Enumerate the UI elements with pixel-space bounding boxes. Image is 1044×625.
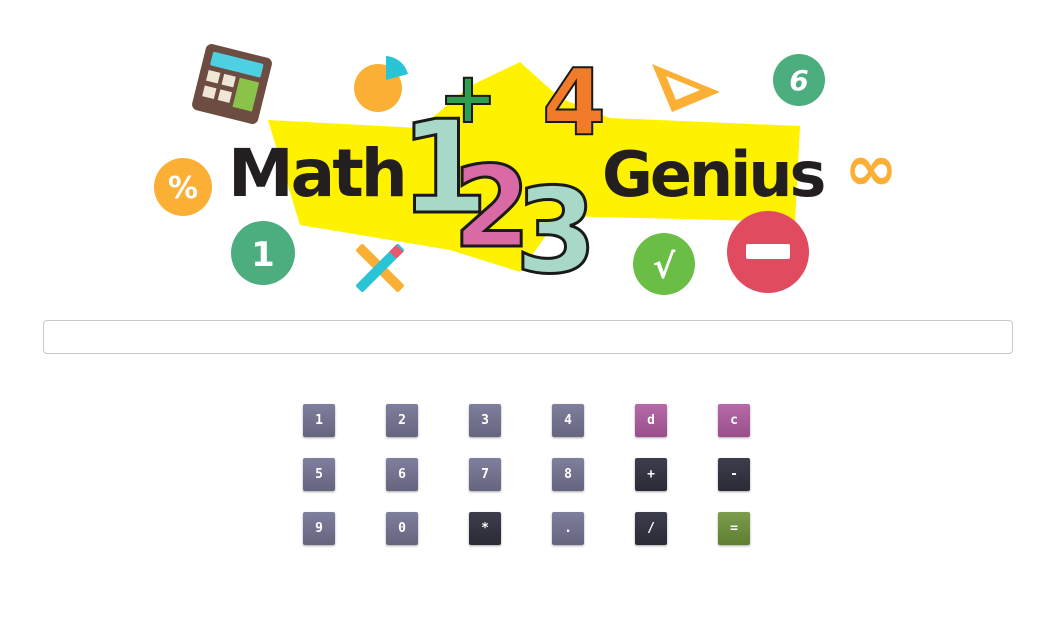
infinity-icon: ∞	[844, 132, 897, 206]
key-digit-4-button[interactable]: 4	[552, 404, 584, 437]
key-digit-6-button[interactable]: 6	[386, 458, 418, 491]
key-digit-1-button[interactable]: 1	[303, 404, 335, 437]
svg-text:%: %	[168, 171, 198, 206]
svg-text:6: 6	[789, 64, 808, 97]
svg-text:3: 3	[515, 162, 597, 300]
key-divide-button[interactable]: /	[635, 512, 667, 545]
key-plus-button[interactable]: +	[635, 458, 667, 491]
six-circle-icon: 6	[773, 54, 825, 106]
calculator-icon	[192, 44, 272, 124]
key-d-button[interactable]: d	[635, 404, 667, 437]
key-digit-9-button[interactable]: 9	[303, 512, 335, 545]
logo-word-math: Math	[228, 135, 405, 212]
calculator-keypad: 1 2 3 4 d c 5 6 7 8 + - 9 0 *. / =	[303, 404, 750, 545]
key-digit-7-button[interactable]: 7	[469, 458, 501, 491]
triangle-ruler-icon	[652, 64, 720, 112]
svg-text:∞: ∞	[844, 132, 897, 206]
key-digit-8-button[interactable]: 8	[552, 458, 584, 491]
square-root-icon: √	[633, 233, 695, 295]
key-digit-0-button[interactable]: 0	[386, 512, 418, 545]
minus-circle-icon	[727, 211, 809, 293]
key-c-button[interactable]: c	[718, 404, 750, 437]
math-genius-logo: 6 % ∞ 1 √ Math Genius + 4 1 2 3	[154, 44, 898, 302]
percent-circle-icon: %	[154, 158, 212, 216]
svg-text:1: 1	[251, 235, 275, 275]
logo-word-genius: Genius	[602, 138, 823, 211]
key-equals-button[interactable]: =	[718, 512, 750, 545]
key-digit-5-button[interactable]: 5	[303, 458, 335, 491]
key-digit-2-button[interactable]: 2	[386, 404, 418, 437]
calculator-display-input[interactable]	[43, 320, 1013, 354]
svg-text:4: 4	[542, 49, 606, 156]
key-multiply-button[interactable]: *	[469, 512, 501, 545]
one-circle-icon: 1	[231, 221, 295, 285]
svg-text:√: √	[653, 247, 676, 287]
key-digit-3-button[interactable]: 3	[469, 404, 501, 437]
key-decimal-button[interactable]: .	[552, 512, 584, 545]
key-minus-button[interactable]: -	[718, 458, 750, 491]
pencil-icon	[356, 244, 404, 292]
